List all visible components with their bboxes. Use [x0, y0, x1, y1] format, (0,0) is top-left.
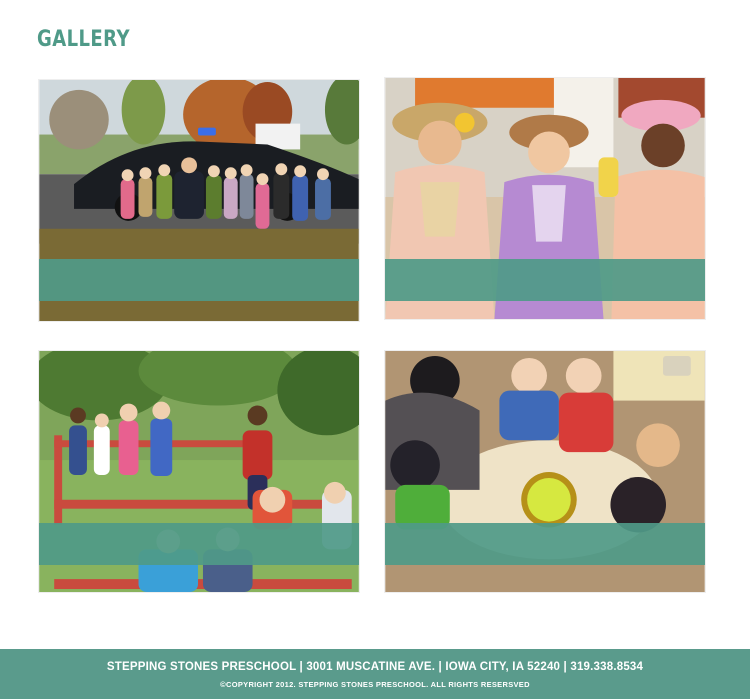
footer-copyright: ©COPYRIGHT 2012. STEPPING STONES PRESCHO… — [220, 680, 530, 689]
photo-caption-bar — [385, 523, 705, 565]
photo-caption-bar — [39, 523, 359, 565]
gallery-tile-playground[interactable] — [38, 350, 360, 593]
footer-contact-info: STEPPING STONES PRESCHOOL | 3001 MUSCATI… — [106, 661, 644, 673]
photo-caption-bar — [39, 259, 359, 301]
photo-caption-bar — [385, 259, 705, 301]
gallery-tile-classroom[interactable] — [384, 350, 706, 593]
site-footer: STEPPING STONES PRESCHOOL | 3001 MUSCATI… — [0, 649, 750, 699]
gallery-tile-princess-costumes[interactable] — [384, 77, 706, 320]
gallery-tile-police-car[interactable] — [38, 79, 360, 322]
page-title: GALLERY — [37, 27, 130, 52]
